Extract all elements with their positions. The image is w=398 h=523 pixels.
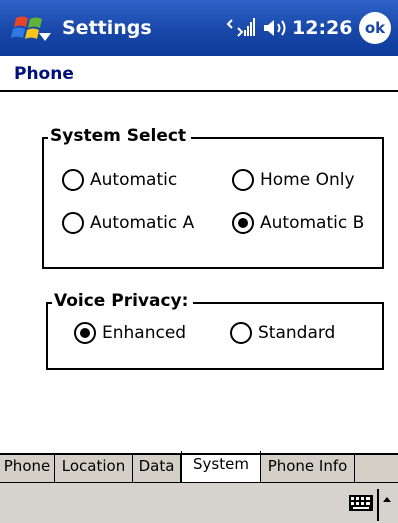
- radio-circle[interactable]: [232, 169, 254, 191]
- sip-arrow-icon[interactable]: [382, 495, 392, 505]
- radio-automatic-b[interactable]: Automatic B: [232, 212, 364, 234]
- app-title: Settings: [62, 17, 152, 39]
- ok-button[interactable]: ok: [359, 12, 391, 44]
- title-bar: Settings 12:26 ok: [0, 0, 398, 56]
- radio-circle[interactable]: [62, 212, 84, 234]
- tab-location[interactable]: Location: [55, 453, 133, 482]
- radio-circle[interactable]: [62, 169, 84, 191]
- radio-label: Automatic A: [90, 213, 195, 233]
- radio-enhanced[interactable]: Enhanced: [74, 322, 186, 344]
- radio-label: Standard: [258, 323, 336, 343]
- tab-strip-divider: [0, 453, 398, 455]
- command-bar: [0, 482, 398, 523]
- radio-standard[interactable]: Standard: [230, 322, 335, 344]
- radio-circle-selected[interactable]: [232, 212, 254, 234]
- tab-data[interactable]: Data: [133, 453, 181, 482]
- tab-system[interactable]: System: [181, 451, 261, 482]
- radio-automatic[interactable]: Automatic: [62, 169, 177, 191]
- radio-automatic-a[interactable]: Automatic A: [62, 212, 194, 234]
- radio-label: Home Only: [260, 170, 355, 190]
- heading-divider: [0, 90, 398, 92]
- radio-label: Enhanced: [102, 323, 187, 343]
- system-select-label: System Select: [48, 126, 192, 146]
- keyboard-icon[interactable]: [348, 493, 374, 513]
- page-title: Phone: [14, 64, 74, 84]
- volume-icon[interactable]: [262, 16, 288, 40]
- tab-strip: Phone Location Data System Phone Info: [0, 451, 398, 482]
- radio-label: Automatic B: [260, 213, 365, 233]
- radio-circle[interactable]: [230, 322, 252, 344]
- clock[interactable]: 12:26: [292, 17, 352, 39]
- voice-privacy-group: Voice Privacy: Enhanced Standard: [46, 291, 384, 370]
- system-select-group: System Select Automatic Home Only Automa…: [42, 126, 384, 269]
- radio-circle-selected[interactable]: [74, 322, 96, 344]
- windows-start-icon[interactable]: [8, 12, 54, 46]
- connectivity-icon[interactable]: [226, 16, 256, 40]
- sip-divider: [377, 489, 379, 521]
- voice-privacy-label: Voice Privacy:: [52, 291, 194, 311]
- radio-label: Automatic: [90, 170, 178, 190]
- radio-home-only[interactable]: Home Only: [232, 169, 355, 191]
- tab-phone[interactable]: Phone: [0, 453, 55, 482]
- tab-phone-info[interactable]: Phone Info: [261, 453, 355, 482]
